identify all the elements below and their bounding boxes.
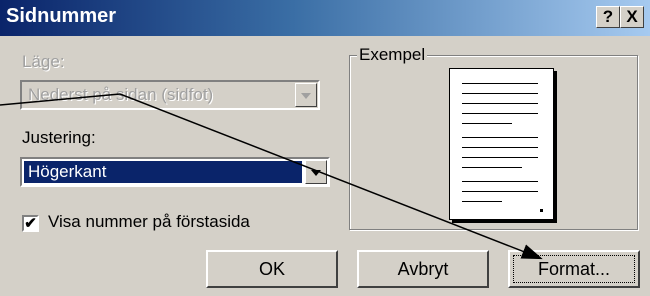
annotation-arrow — [0, 93, 543, 260]
